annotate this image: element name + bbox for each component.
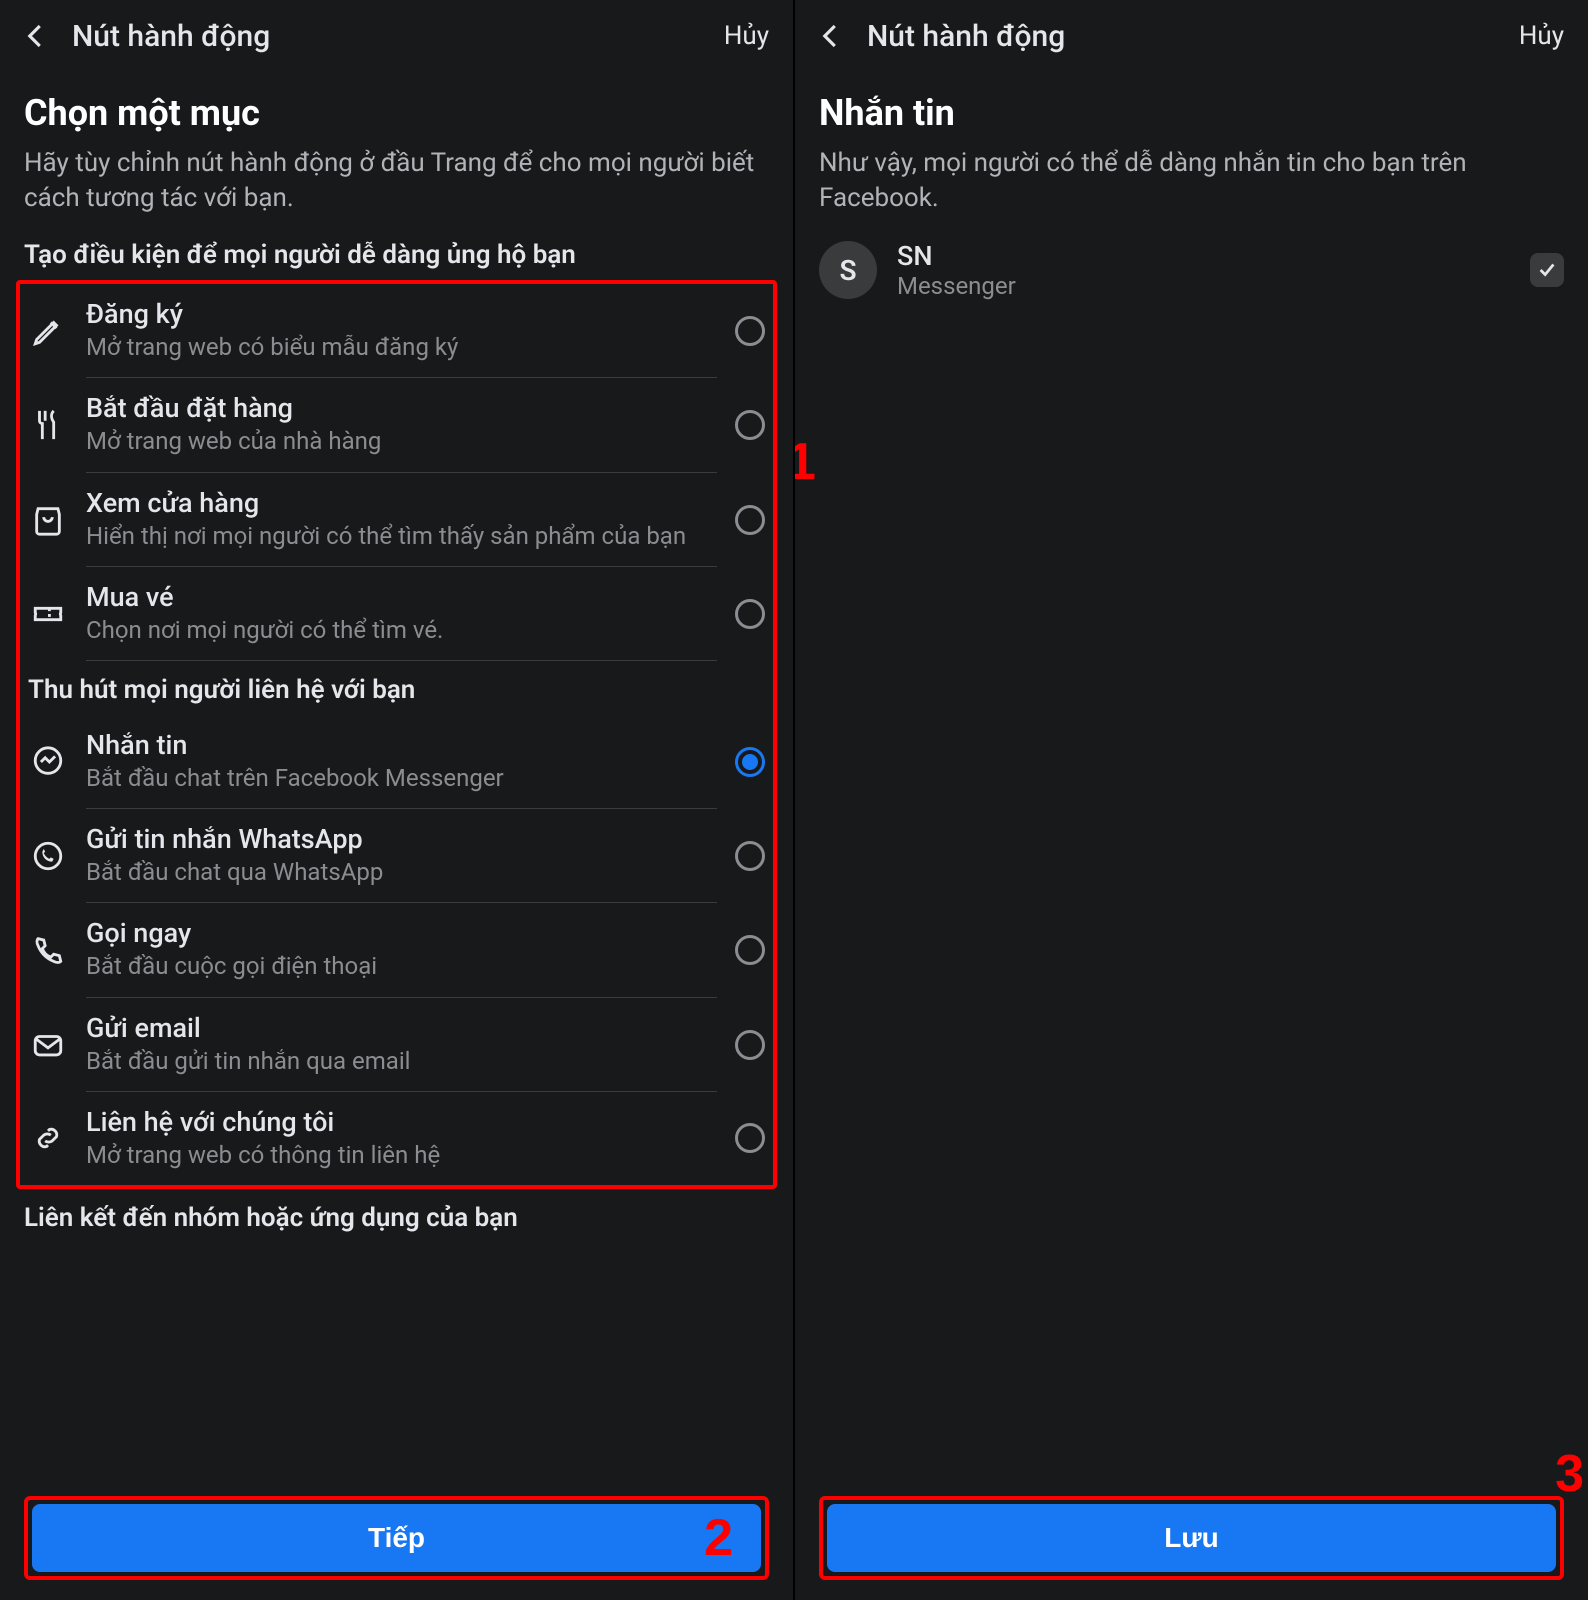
option-desc: Hiển thị nơi mọi người có thể tìm thấy s…	[86, 521, 717, 552]
radio-button[interactable]	[735, 1030, 765, 1060]
option-desc: Bắt đầu gửi tin nhắn qua email	[86, 1046, 717, 1077]
option-desc: Mở trang web có thông tin liên hệ	[86, 1140, 717, 1171]
radio-button[interactable]	[735, 747, 765, 777]
save-button-label: Lưu	[1164, 1522, 1218, 1553]
cancel-button[interactable]: Hủy	[724, 21, 769, 51]
option-title: Liên hệ với chúng tôi	[86, 1106, 717, 1138]
option-start-order[interactable]: Bắt đầu đặt hàng Mở trang web của nhà hà…	[20, 378, 773, 472]
pencil-icon	[28, 311, 68, 351]
radio-button[interactable]	[735, 505, 765, 535]
next-button[interactable]: Tiếp 2	[32, 1504, 761, 1572]
option-contact-us[interactable]: Liên hệ với chúng tôi Mở trang web có th…	[20, 1092, 773, 1185]
next-button-label: Tiếp	[368, 1522, 425, 1553]
annotation-2: 2	[704, 1508, 733, 1568]
option-title: Mua vé	[86, 581, 717, 613]
option-desc: Bắt đầu chat trên Facebook Messenger	[86, 763, 717, 794]
avatar: S	[819, 241, 877, 299]
option-signup[interactable]: Đăng ký Mở trang web có biểu mẫu đăng ký	[20, 284, 773, 378]
scroll-area: Chọn một mục Hãy tùy chỉnh nút hành động…	[0, 72, 793, 1600]
option-view-shop[interactable]: Xem cửa hàng Hiển thị nơi mọi người có t…	[20, 473, 773, 567]
option-buy-tickets[interactable]: Mua vé Chọn nơi mọi người có thể tìm vé.	[20, 567, 773, 661]
footer: Tiếp 2	[0, 1484, 793, 1600]
option-title: Gửi email	[86, 1012, 717, 1044]
next-button-highlight: Tiếp 2	[24, 1496, 769, 1580]
left-panel: Nút hành động Hủy Chọn một mục Hãy tùy c…	[0, 0, 793, 1600]
right-panel: Nút hành động Hủy Nhắn tin Như vậy, mọi …	[793, 0, 1588, 1600]
messenger-icon	[28, 742, 68, 782]
shopping-bag-icon	[28, 500, 68, 540]
option-title: Gửi tin nhắn WhatsApp	[86, 823, 717, 855]
phone-icon	[28, 930, 68, 970]
page-title: Chọn một mục	[24, 92, 769, 134]
option-title: Đăng ký	[86, 298, 717, 330]
link-icon	[28, 1118, 68, 1158]
section-header-contact: Thu hút mọi người liên hệ với bạn	[28, 675, 773, 705]
save-button[interactable]: Lưu	[827, 1504, 1556, 1572]
options-highlight-box: Đăng ký Mở trang web có biểu mẫu đăng ký…	[16, 280, 777, 1189]
topbar: Nút hành động Hủy	[795, 0, 1588, 72]
fork-knife-icon	[28, 405, 68, 445]
section-header-link-group: Liên kết đến nhóm hoặc ứng dụng của bạn	[24, 1203, 769, 1233]
scroll-area: Nhắn tin Như vậy, mọi người có thể dễ dà…	[795, 72, 1588, 1600]
topbar: Nút hành động Hủy	[0, 0, 793, 72]
cancel-button[interactable]: Hủy	[1519, 21, 1564, 51]
option-desc: Bắt đầu chat qua WhatsApp	[86, 857, 717, 888]
radio-button[interactable]	[735, 410, 765, 440]
option-call-now[interactable]: Gọi ngay Bắt đầu cuộc gọi điện thoại	[20, 903, 773, 997]
ticket-icon	[28, 594, 68, 634]
radio-button[interactable]	[735, 841, 765, 871]
page-title: Nhắn tin	[819, 92, 1564, 134]
annotation-1: 1	[795, 432, 816, 492]
whatsapp-icon	[28, 836, 68, 876]
option-send-email[interactable]: Gửi email Bắt đầu gửi tin nhắn qua email	[20, 998, 773, 1092]
back-button[interactable]	[813, 18, 849, 54]
option-title: Nhắn tin	[86, 729, 717, 761]
option-desc: Bắt đầu cuộc gọi điện thoại	[86, 951, 717, 982]
option-title: Xem cửa hàng	[86, 487, 717, 519]
option-send-message[interactable]: Nhắn tin Bắt đầu chat trên Facebook Mess…	[20, 715, 773, 809]
topbar-title: Nút hành động	[72, 19, 706, 54]
checkbox-checked[interactable]	[1530, 253, 1564, 287]
account-name: SN	[897, 240, 1510, 272]
annotation-3: 3	[1555, 1444, 1584, 1504]
messenger-account-row[interactable]: S SN Messenger	[819, 240, 1564, 300]
option-title: Bắt đầu đặt hàng	[86, 392, 717, 424]
option-desc: Mở trang web có biểu mẫu đăng ký	[86, 332, 717, 363]
mail-icon	[28, 1025, 68, 1065]
option-title: Gọi ngay	[86, 917, 717, 949]
radio-button[interactable]	[735, 1123, 765, 1153]
option-whatsapp[interactable]: Gửi tin nhắn WhatsApp Bắt đầu chat qua W…	[20, 809, 773, 903]
option-desc: Mở trang web của nhà hàng	[86, 426, 717, 457]
page-subtitle: Như vậy, mọi người có thể dễ dàng nhắn t…	[819, 146, 1564, 216]
save-button-highlight: Lưu	[819, 1496, 1564, 1580]
page-subtitle: Hãy tùy chỉnh nút hành động ở đầu Trang …	[24, 146, 769, 216]
topbar-title: Nút hành động	[867, 19, 1501, 54]
account-platform: Messenger	[897, 272, 1510, 300]
footer: Lưu	[795, 1484, 1588, 1600]
back-button[interactable]	[18, 18, 54, 54]
section-header-support: Tạo điều kiện để mọi người dễ dàng ủng h…	[24, 240, 769, 270]
radio-button[interactable]	[735, 935, 765, 965]
option-desc: Chọn nơi mọi người có thể tìm vé.	[86, 615, 717, 646]
radio-button[interactable]	[735, 599, 765, 629]
radio-button[interactable]	[735, 316, 765, 346]
